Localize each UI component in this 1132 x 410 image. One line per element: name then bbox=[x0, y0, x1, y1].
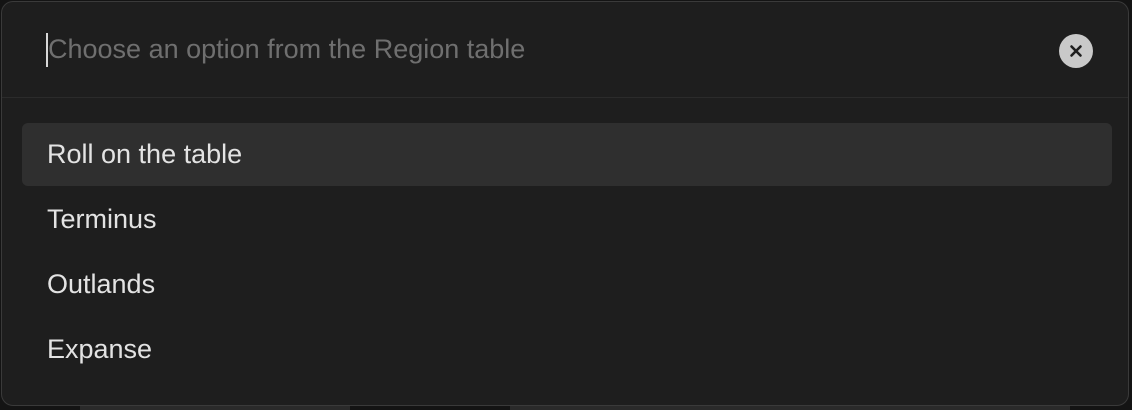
suggestion-label: Terminus bbox=[47, 204, 157, 234]
suggestion-list: Roll on the table Terminus Outlands Expa… bbox=[22, 123, 1112, 383]
suggestion-item[interactable]: Outlands bbox=[22, 253, 1112, 316]
prompt-input[interactable] bbox=[46, 26, 1028, 72]
suggestion-item[interactable]: Roll on the table bbox=[22, 123, 1112, 186]
suggest-modal: Roll on the table Terminus Outlands Expa… bbox=[1, 1, 1129, 406]
close-icon bbox=[1070, 45, 1082, 57]
clear-button[interactable] bbox=[1059, 34, 1093, 68]
prompt-bar bbox=[2, 2, 1128, 98]
suggestion-label: Outlands bbox=[47, 269, 156, 299]
text-caret bbox=[46, 33, 48, 67]
suggestion-item[interactable]: Expanse bbox=[22, 318, 1112, 381]
suggestion-label: Roll on the table bbox=[47, 139, 243, 169]
suggestion-label: Expanse bbox=[47, 334, 153, 364]
suggestion-item[interactable]: Terminus bbox=[22, 188, 1112, 251]
